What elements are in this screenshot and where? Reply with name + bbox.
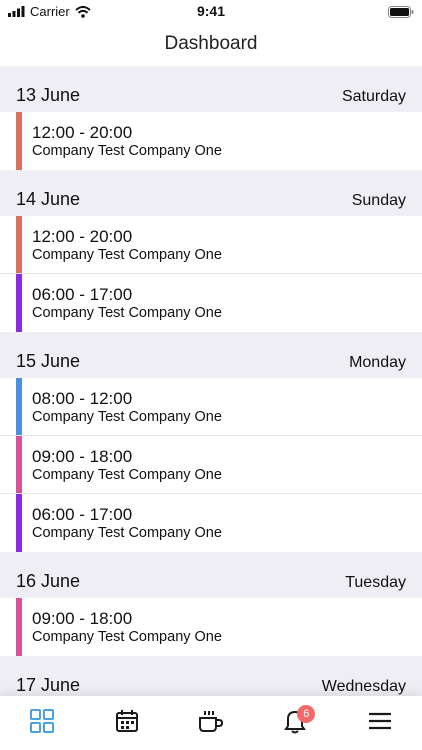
- shift-time: 09:00 - 18:00: [32, 609, 133, 628]
- day-date: 17 June: [16, 675, 81, 695]
- status-bar: Carrier 9:41: [0, 0, 422, 22]
- shift-color-bar: [16, 274, 22, 332]
- status-right: [388, 5, 414, 23]
- tab-dashboard[interactable]: [12, 696, 72, 750]
- shift-color-bar: [16, 436, 22, 493]
- shift-group: 08:00 - 12:00 Company Test Company One 09:…: [0, 378, 422, 552]
- day-section: 17 June Wednesday: [0, 656, 422, 696]
- shift-list[interactable]: 13 June Saturday 12:00 - 20:00 Company Test…: [0, 66, 422, 696]
- calendar-icon: [114, 708, 140, 739]
- shift-company: Company Test Company One: [32, 143, 222, 159]
- shift-group: 12:00 - 20:00 Company Test Company One 06:…: [0, 216, 422, 332]
- shift-group: 12:00 - 20:00 Company Test Company One: [0, 112, 422, 170]
- day-header: 16 June Tuesday: [0, 552, 422, 598]
- day-section: 16 June Tuesday 09:00 - 18:00 Company Test …: [0, 552, 422, 656]
- shift-color-bar: [16, 216, 22, 273]
- tab-break[interactable]: [181, 696, 241, 750]
- day-date: 14 June: [16, 189, 81, 209]
- shift-color-bar: [16, 378, 22, 435]
- shift-company: Company Test Company One: [32, 247, 222, 263]
- nav-bar: Dashboard: [0, 22, 422, 66]
- notification-badge: 6: [297, 705, 316, 723]
- shift-time: 08:00 - 12:00: [32, 389, 133, 408]
- shift-company: Company Test Company One: [32, 629, 222, 645]
- shift-company: Company Test Company One: [32, 409, 222, 425]
- shift-time: 06:00 - 17:00: [32, 285, 133, 304]
- shift-time: 12:00 - 20:00: [32, 227, 133, 246]
- day-section: 13 June Saturday 12:00 - 20:00 Company Test…: [0, 66, 422, 170]
- day-date: 16 June: [16, 571, 81, 591]
- battery-icon: [388, 6, 414, 18]
- day-date: 15 June: [16, 351, 81, 371]
- tab-bar: 6: [0, 696, 422, 750]
- day-header: 14 June Sunday: [0, 170, 422, 216]
- day-header: 15 June Monday: [0, 332, 422, 378]
- tab-menu[interactable]: [350, 696, 410, 750]
- shift-row[interactable]: 12:00 - 20:00 Company Test Company One: [0, 112, 422, 170]
- day-weekday: Saturday: [341, 88, 406, 105]
- day-section: 15 June Monday 08:00 - 12:00 Company Test C…: [0, 332, 422, 552]
- day-weekday: Wednesday: [321, 678, 406, 695]
- shift-color-bar: [16, 598, 22, 656]
- coffee-icon: [197, 708, 225, 739]
- hamburger-icon: [367, 710, 393, 737]
- shift-time: 09:00 - 18:00: [32, 447, 133, 466]
- shift-company: Company Test Company One: [32, 467, 222, 483]
- day-header: 17 June Wednesday: [0, 656, 422, 696]
- day-header: 13 June Saturday: [0, 66, 422, 112]
- shift-time: 12:00 - 20:00: [32, 123, 133, 142]
- shift-group: 09:00 - 18:00 Company Test Company One: [0, 598, 422, 656]
- shift-row[interactable]: 06:00 - 17:00 Company Test Company One: [0, 494, 422, 552]
- shift-company: Company Test Company One: [32, 305, 222, 321]
- day-weekday: Sunday: [351, 192, 406, 209]
- tab-calendar[interactable]: [97, 696, 157, 750]
- shift-row[interactable]: 09:00 - 18:00 Company Test Company One: [0, 436, 422, 494]
- day-date: 13 June: [16, 85, 81, 105]
- day-section: 14 June Sunday 12:00 - 20:00 Company Test C…: [0, 170, 422, 332]
- shift-color-bar: [16, 112, 22, 170]
- shift-row[interactable]: 06:00 - 17:00 Company Test Company One: [0, 274, 422, 332]
- shift-row[interactable]: 12:00 - 20:00 Company Test Company One: [0, 216, 422, 274]
- day-weekday: Tuesday: [345, 574, 406, 591]
- shift-row[interactable]: 08:00 - 12:00 Company Test Company One: [0, 378, 422, 436]
- shift-color-bar: [16, 494, 22, 552]
- day-weekday: Monday: [349, 354, 406, 371]
- shift-time: 06:00 - 17:00: [32, 505, 133, 524]
- shift-company: Company Test Company One: [32, 525, 222, 541]
- status-time: 9:41: [196, 3, 226, 19]
- page-title: Dashboard: [164, 33, 258, 54]
- grid-icon: [29, 708, 55, 739]
- tab-notifications[interactable]: 6: [265, 696, 325, 750]
- shift-row[interactable]: 09:00 - 18:00 Company Test Company One: [0, 598, 422, 656]
